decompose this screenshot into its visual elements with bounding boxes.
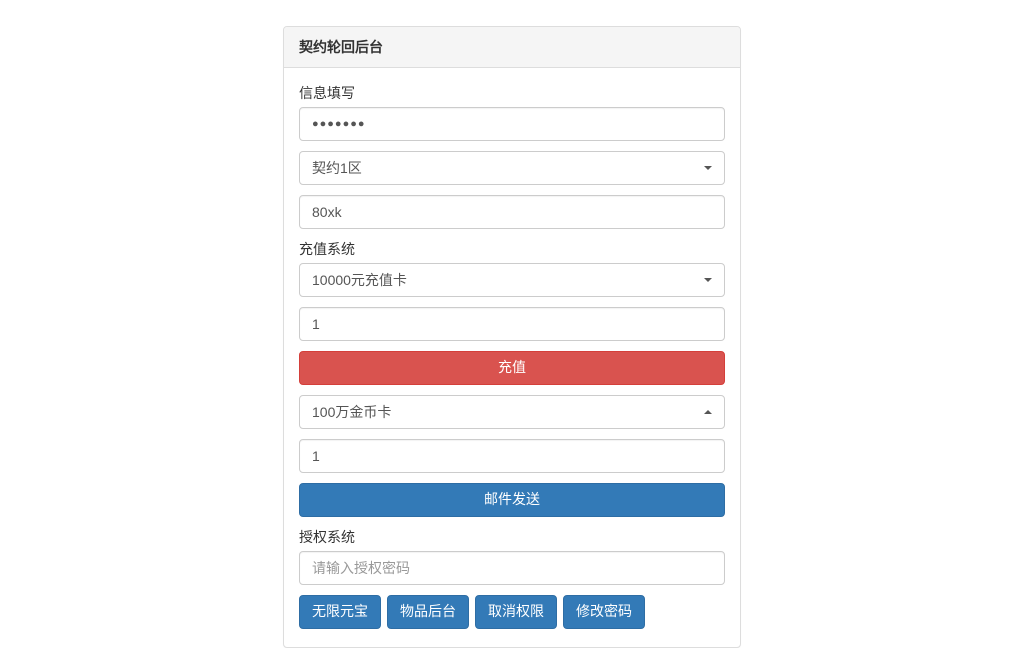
panel-title: 契约轮回后台 [284, 27, 740, 68]
recharge-card-value: 10000元充值卡 [312, 270, 407, 290]
cancel-permission-button[interactable]: 取消权限 [475, 595, 557, 629]
chevron-down-icon [704, 166, 712, 170]
chevron-down-icon [704, 278, 712, 282]
admin-panel: 契约轮回后台 信息填写 契约1区 充值系统 10000元充值卡 充值 100万金… [283, 26, 741, 648]
item-backend-button[interactable]: 物品后台 [387, 595, 469, 629]
mail-send-button[interactable]: 邮件发送 [299, 483, 725, 517]
mail-quantity-input[interactable] [299, 439, 725, 473]
recharge-card-select[interactable]: 10000元充值卡 [299, 263, 725, 297]
server-select-value: 契约1区 [312, 158, 362, 178]
recharge-label: 充值系统 [299, 239, 725, 259]
auth-password-input[interactable] [299, 551, 725, 585]
auth-label: 授权系统 [299, 527, 725, 547]
info-label: 信息填写 [299, 83, 725, 103]
password-input[interactable] [299, 107, 725, 141]
mail-item-value: 100万金币卡 [312, 402, 391, 422]
chevron-up-icon [704, 410, 712, 414]
server-select[interactable]: 契约1区 [299, 151, 725, 185]
mail-item-select[interactable]: 100万金币卡 [299, 395, 725, 429]
unlimited-yuanbao-button[interactable]: 无限元宝 [299, 595, 381, 629]
recharge-button[interactable]: 充值 [299, 351, 725, 385]
panel-body: 信息填写 契约1区 充值系统 10000元充值卡 充值 100万金币卡 邮件发送… [284, 68, 740, 647]
change-password-button[interactable]: 修改密码 [563, 595, 645, 629]
account-input[interactable] [299, 195, 725, 229]
action-button-row: 无限元宝 物品后台 取消权限 修改密码 [299, 595, 725, 629]
recharge-quantity-input[interactable] [299, 307, 725, 341]
